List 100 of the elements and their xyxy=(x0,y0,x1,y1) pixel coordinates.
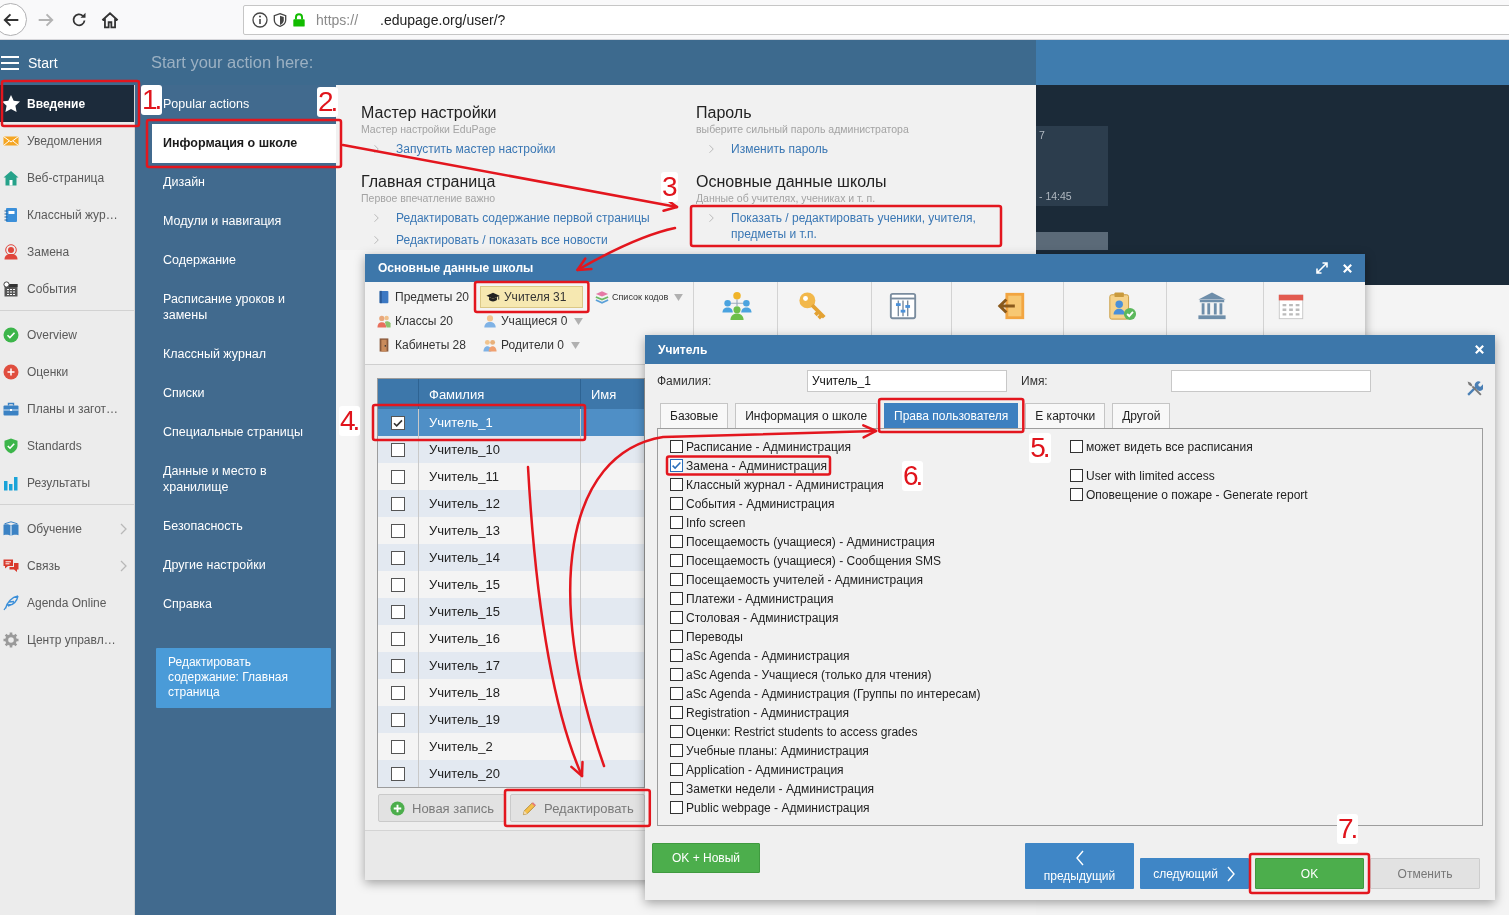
checkbox[interactable] xyxy=(670,782,683,795)
tab[interactable]: Права пользователя xyxy=(884,403,1019,428)
sidebar-item[interactable]: Agenda Online xyxy=(0,584,134,621)
link[interactable]: Редактировать содержание первой страницы xyxy=(361,210,650,226)
menu-item[interactable]: Другие настройки xyxy=(163,546,266,585)
edit-button[interactable]: Редактировать xyxy=(510,794,645,822)
tab[interactable]: Базовые xyxy=(660,403,729,428)
expand-icon[interactable] xyxy=(1316,262,1328,274)
checkbox[interactable] xyxy=(670,763,683,776)
checkbox[interactable] xyxy=(670,668,683,681)
checkbox[interactable] xyxy=(670,516,683,529)
menu-item[interactable]: Справка xyxy=(163,585,213,624)
sidebar-item[interactable]: Введение xyxy=(0,85,134,122)
checkbox[interactable] xyxy=(1070,440,1083,453)
address-bar[interactable]: https:// .edupage.org/user/? xyxy=(243,4,1509,35)
sidebar-item[interactable]: Overview xyxy=(0,316,134,353)
checkbox[interactable] xyxy=(670,592,683,605)
checkbox[interactable] xyxy=(670,497,683,510)
table-row[interactable]: Учитель_14 xyxy=(378,544,644,571)
checkbox[interactable] xyxy=(670,687,683,700)
clipboard-check-icon[interactable] xyxy=(1107,291,1137,321)
menu-item[interactable]: Popular actions xyxy=(163,85,250,124)
new-record-button[interactable]: Новая запись xyxy=(378,794,506,822)
checkbox[interactable] xyxy=(391,523,405,538)
table-row[interactable]: Учитель_17 xyxy=(378,652,644,679)
checkbox[interactable] xyxy=(670,649,683,662)
checkbox[interactable] xyxy=(670,611,683,624)
checkbox[interactable] xyxy=(391,631,405,646)
table-row[interactable]: Учитель_12 xyxy=(378,490,644,517)
input-field[interactable]: Учитель_1 xyxy=(807,370,1007,392)
checkbox[interactable] xyxy=(391,604,405,619)
sidebar-item[interactable]: Результаты xyxy=(0,464,134,501)
checkbox[interactable] xyxy=(1070,488,1083,501)
checkbox[interactable] xyxy=(670,801,683,814)
toolbar-item[interactable]: Кабинеты 28 xyxy=(377,334,466,356)
sidebar-item[interactable]: Классный жур… xyxy=(0,196,134,233)
sidebar-item[interactable]: Замена xyxy=(0,233,134,270)
menu-item[interactable]: Модули и навигация xyxy=(163,202,282,241)
link[interactable]: Запустить мастер настройки xyxy=(361,141,556,157)
tab[interactable]: Другой xyxy=(1112,403,1171,428)
sidebar-item[interactable]: Standards xyxy=(0,427,134,464)
cancel-button[interactable]: Отменить xyxy=(1370,858,1480,889)
close-icon[interactable] xyxy=(1342,262,1353,274)
input-field[interactable] xyxy=(1171,370,1371,392)
table-row[interactable]: Учитель_19 xyxy=(378,706,644,733)
menu-item[interactable]: Списки xyxy=(163,374,205,413)
toolbar-item[interactable]: Предметы 20 xyxy=(377,286,470,308)
checkbox[interactable] xyxy=(391,658,405,673)
checkbox[interactable] xyxy=(670,573,683,586)
sidebar-item[interactable]: Уведомления xyxy=(0,122,134,159)
checkbox[interactable] xyxy=(391,469,405,484)
tab[interactable]: Информация о школе xyxy=(735,403,878,428)
toolbar-item[interactable]: Учащиеся 0 xyxy=(483,310,584,332)
checkbox[interactable] xyxy=(391,442,405,457)
checkbox[interactable] xyxy=(391,496,405,511)
tools-icon[interactable] xyxy=(1466,379,1483,397)
next-button[interactable]: следующий xyxy=(1140,858,1249,889)
sidebar-item[interactable]: Веб-страница xyxy=(0,159,134,196)
checkbox[interactable] xyxy=(670,554,683,567)
checkbox[interactable] xyxy=(670,459,683,472)
checkbox[interactable] xyxy=(391,415,405,430)
sidebar-item[interactable]: Связь xyxy=(0,547,134,584)
checkbox[interactable] xyxy=(1070,469,1083,482)
sidebar-item[interactable]: Оценки xyxy=(0,353,134,390)
checkbox[interactable] xyxy=(391,766,405,781)
menu-item[interactable]: Информация о школе xyxy=(152,124,336,163)
table-row[interactable]: Учитель_10 xyxy=(378,436,644,463)
previous-button[interactable]: предыдущий xyxy=(1025,843,1134,889)
table-row[interactable]: Учитель_15 xyxy=(378,598,644,625)
menu-item[interactable]: Специальные страницы xyxy=(163,413,303,452)
columns-building-icon[interactable] xyxy=(1197,291,1227,321)
toolbar-item[interactable]: Список кодов xyxy=(595,286,684,308)
link[interactable]: Показать / редактировать ученики, учителя, предметы и т.п. xyxy=(696,210,996,242)
checkbox[interactable] xyxy=(391,685,405,700)
menu-item[interactable]: Дизайн xyxy=(163,163,206,202)
checkbox[interactable] xyxy=(670,744,683,757)
checkbox[interactable] xyxy=(670,706,683,719)
menu-icon[interactable] xyxy=(1,55,19,70)
checkbox[interactable] xyxy=(391,550,405,565)
sidebar-item[interactable]: Обучение xyxy=(0,510,134,547)
home-icon[interactable] xyxy=(101,10,119,29)
checkbox[interactable] xyxy=(670,478,683,491)
back-button[interactable] xyxy=(0,3,27,36)
checkbox[interactable] xyxy=(670,725,683,738)
sidebar-item[interactable]: Центр управл… xyxy=(0,621,134,658)
checkbox[interactable] xyxy=(670,440,683,453)
checkbox[interactable] xyxy=(670,535,683,548)
link[interactable]: Редактировать / показать все новости xyxy=(361,232,608,248)
menu-item[interactable]: Безопасность xyxy=(163,507,243,546)
table-row[interactable]: Учитель_20 xyxy=(378,760,644,787)
checkbox[interactable] xyxy=(670,630,683,643)
checkbox[interactable] xyxy=(391,577,405,592)
menu-item[interactable]: Содержание xyxy=(163,241,237,280)
checkbox[interactable] xyxy=(391,739,405,754)
table-row[interactable]: Учитель_1 xyxy=(378,409,644,436)
menu-item[interactable]: Данные и место в хранилище xyxy=(163,452,313,507)
arrow-box-icon[interactable] xyxy=(997,291,1027,321)
sliders-icon[interactable] xyxy=(888,291,918,321)
link[interactable]: Изменить пароль xyxy=(696,141,828,157)
sidebar-item[interactable]: Планы и загот… xyxy=(0,390,134,427)
